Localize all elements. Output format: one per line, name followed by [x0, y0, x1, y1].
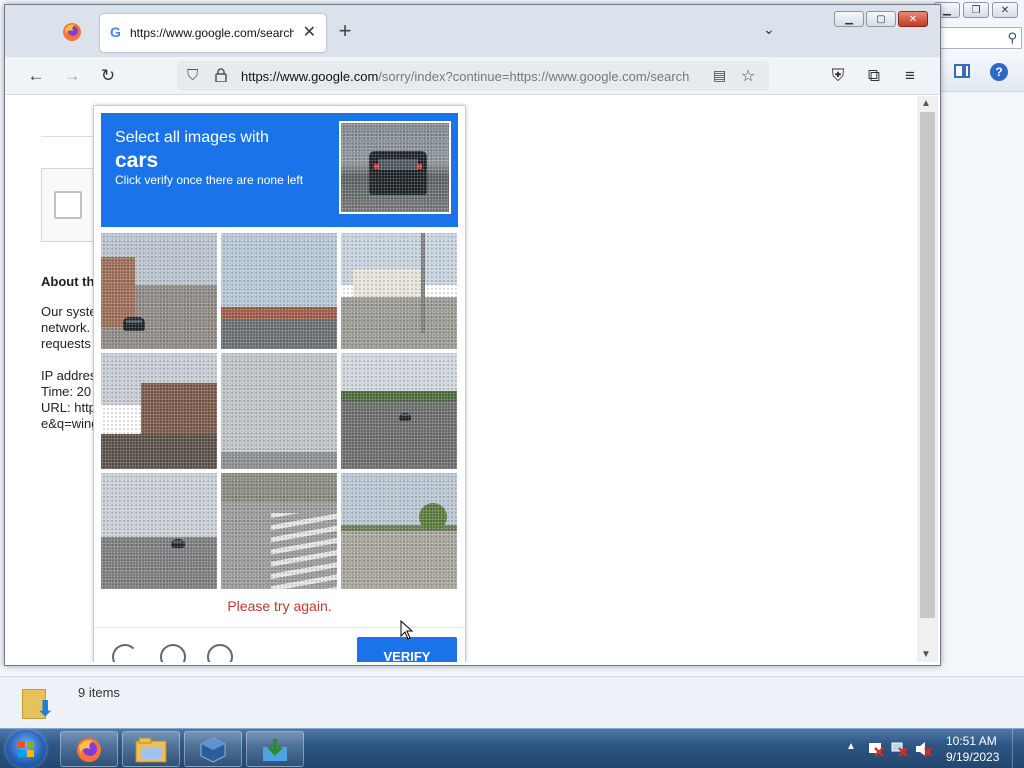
- network-icon[interactable]: [890, 741, 908, 757]
- mouse-cursor-icon: [400, 620, 414, 640]
- url-text[interactable]: https://www.google.com/sorry/index?conti…: [241, 69, 707, 84]
- captcha-tile[interactable]: [221, 353, 337, 469]
- info-icon[interactable]: [207, 644, 233, 662]
- firefox-window-controls: ▁ ▢ ✕: [834, 11, 928, 27]
- item-count-label: 9 items: [78, 685, 120, 700]
- lock-icon[interactable]: [215, 68, 227, 82]
- system-tray: ▲ 10:51 AM 9/19/2023: [840, 729, 1024, 768]
- reload-challenge-icon[interactable]: [112, 644, 138, 662]
- captcha-tile[interactable]: [101, 233, 217, 349]
- verify-button[interactable]: VERIFY: [357, 637, 457, 662]
- help-icon[interactable]: ?: [990, 63, 1008, 81]
- scrollbar-thumb[interactable]: [920, 112, 935, 618]
- reader-view-icon[interactable]: ▤: [713, 67, 726, 84]
- url-line: URL: http: [41, 400, 96, 415]
- firefox-window: G https://www.google.com/search ✕ + ⌄ ▁ …: [4, 4, 941, 666]
- taskbar-firefox-button[interactable]: [60, 731, 118, 767]
- explorer-close-button[interactable]: ✕: [992, 2, 1018, 18]
- tab-bar: G https://www.google.com/search ✕ + ⌄ ▁ …: [5, 5, 940, 57]
- minimize-button[interactable]: ▁: [834, 11, 864, 27]
- google-favicon-icon: G: [110, 24, 121, 40]
- taskbar: ▲ 10:51 AM 9/19/2023: [0, 728, 1024, 768]
- explorer-window-controls: ▁ ❐ ✕: [934, 2, 1018, 18]
- captcha-tile[interactable]: [221, 473, 337, 589]
- firefox-view-icon[interactable]: [61, 21, 83, 43]
- captcha-target: cars: [115, 149, 159, 172]
- taskbar-virtualbox-button[interactable]: [184, 731, 242, 767]
- page-content: About this page Our systems have detecte…: [11, 96, 917, 662]
- search-icon: ⚲: [1007, 30, 1017, 45]
- about-heading: About this page: [41, 274, 101, 289]
- pocket-icon[interactable]: ⛨: [825, 63, 851, 89]
- clock-date[interactable]: 9/19/2023: [946, 750, 999, 764]
- new-tab-button[interactable]: +: [332, 18, 358, 44]
- explorer-search-input[interactable]: ⚲: [938, 27, 1022, 49]
- captcha-tile[interactable]: [341, 353, 457, 469]
- audio-challenge-icon[interactable]: [160, 644, 186, 662]
- captcha-tile[interactable]: [101, 353, 217, 469]
- chevron-down-icon[interactable]: ⌄: [763, 21, 775, 38]
- tracking-shield-icon[interactable]: ⛉: [187, 67, 198, 84]
- captcha-image-grid: [101, 233, 458, 590]
- vertical-scrollbar[interactable]: ▲ ▼: [917, 96, 938, 662]
- captcha-sample-image: [339, 121, 451, 214]
- show-desktop-button[interactable]: [1012, 729, 1024, 768]
- captcha-challenge: Select all images with cars Click verify…: [93, 105, 466, 662]
- scroll-up-icon[interactable]: ▲: [921, 98, 931, 109]
- back-arrow-icon[interactable]: ←: [23, 63, 49, 89]
- about-line: network.: [41, 320, 91, 335]
- preview-pane-icon[interactable]: [954, 64, 970, 78]
- tab-google-search[interactable]: G https://www.google.com/search ✕: [100, 14, 326, 52]
- maximize-button[interactable]: ▢: [866, 11, 896, 27]
- recaptcha-widget: [41, 168, 101, 242]
- bookmark-star-icon[interactable]: ☆: [741, 66, 755, 86]
- url-line-continued: e&q=wing: [41, 416, 99, 431]
- taskbar-downloads-button[interactable]: [246, 731, 304, 767]
- captcha-tile[interactable]: [341, 473, 457, 589]
- menu-hamburger-icon[interactable]: ≡: [897, 63, 923, 89]
- about-line: Our systems have detected unusual traffi…: [41, 304, 101, 319]
- captcha-error-message: Please try again.: [227, 598, 332, 614]
- captcha-tile[interactable]: [341, 233, 457, 349]
- divider: [41, 136, 101, 137]
- close-button[interactable]: ✕: [898, 11, 928, 27]
- ip-address-line: IP address: [41, 368, 101, 383]
- about-section: About this page Our systems have detecte…: [41, 274, 101, 432]
- url-bar[interactable]: ⛉ https://www.google.com/sorry/index?con…: [177, 61, 769, 91]
- folder-icon: [135, 737, 167, 763]
- captcha-header: Select all images with cars Click verify…: [101, 113, 458, 227]
- time-line: Time: 20: [41, 384, 92, 399]
- taskbar-explorer-button[interactable]: [122, 731, 180, 767]
- action-center-icon[interactable]: [866, 741, 884, 757]
- explorer-restore-button[interactable]: ❐: [963, 2, 989, 18]
- downloads-icon: [263, 739, 287, 761]
- virtualbox-icon: [200, 737, 226, 763]
- firefox-icon: [77, 738, 101, 762]
- navigation-toolbar: ← → ↻ ⛉ https://www.google.com/sorry/ind…: [5, 57, 940, 95]
- show-hidden-icons-icon[interactable]: ▲: [846, 741, 856, 752]
- reload-icon[interactable]: ↻: [95, 63, 121, 89]
- explorer-details-pane: ⬇ 9 items: [0, 676, 1024, 728]
- captcha-hint: Click verify once there are none left: [115, 173, 304, 187]
- forward-arrow-icon[interactable]: →: [59, 63, 85, 89]
- windows-logo-icon: [18, 741, 34, 757]
- about-line: requests: [41, 336, 91, 351]
- start-button[interactable]: [6, 730, 46, 768]
- scroll-down-icon[interactable]: ▼: [921, 649, 931, 660]
- extensions-icon[interactable]: ⧉: [861, 63, 887, 89]
- recaptcha-checkbox[interactable]: [54, 191, 82, 219]
- captcha-tile[interactable]: [221, 233, 337, 349]
- downloads-folder-icon: ⬇: [20, 683, 54, 721]
- explorer-toolbar: ?: [940, 56, 1024, 92]
- captcha-prompt: Select all images with: [115, 129, 269, 146]
- tab-title: https://www.google.com/search: [130, 26, 294, 40]
- captcha-tile[interactable]: [101, 473, 217, 589]
- clock-time[interactable]: 10:51 AM: [946, 734, 997, 748]
- volume-muted-icon[interactable]: [914, 741, 932, 757]
- close-tab-icon[interactable]: ✕: [303, 22, 316, 42]
